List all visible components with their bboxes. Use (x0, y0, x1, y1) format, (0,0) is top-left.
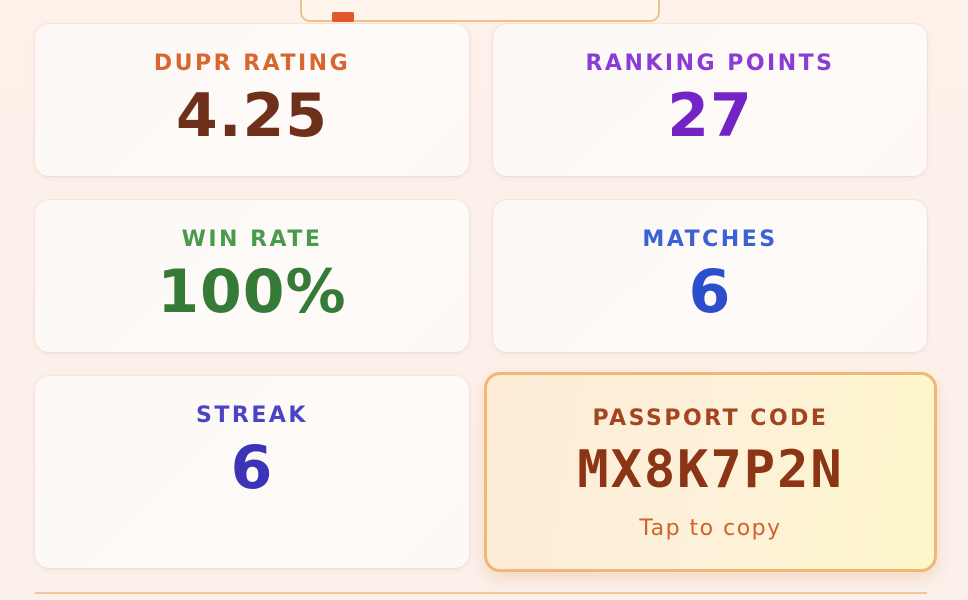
section-divider (35, 592, 927, 594)
matches-value: 6 (688, 257, 732, 327)
matches-card: MATCHES 6 (493, 200, 927, 352)
ranking-points-card: RANKING POINTS 27 (493, 24, 927, 176)
tap-to-copy-hint: Tap to copy (639, 516, 782, 541)
dupr-rating-label: DUPR RATING (153, 51, 351, 76)
win-rate-card: WIN RATE 100% (35, 200, 469, 352)
streak-card: STREAK 6 (35, 376, 469, 568)
passport-code-card[interactable]: PASSPORT CODE MX8K7P2N Tap to copy (484, 372, 937, 572)
dupr-rating-card: DUPR RATING 4.25 (35, 24, 469, 176)
top-section-pill (300, 0, 660, 22)
dupr-rating-value: 4.25 (175, 81, 329, 151)
streak-label: STREAK (196, 403, 308, 428)
badge-icon (332, 12, 354, 22)
streak-value: 6 (230, 433, 274, 503)
win-rate-value: 100% (157, 257, 347, 327)
win-rate-label: WIN RATE (181, 227, 323, 252)
ranking-points-value: 27 (667, 81, 753, 151)
passport-code-value[interactable]: MX8K7P2N (487, 437, 934, 503)
passport-code-label: PASSPORT CODE (592, 406, 829, 431)
matches-label: MATCHES (642, 227, 778, 252)
ranking-points-label: RANKING POINTS (585, 51, 835, 76)
